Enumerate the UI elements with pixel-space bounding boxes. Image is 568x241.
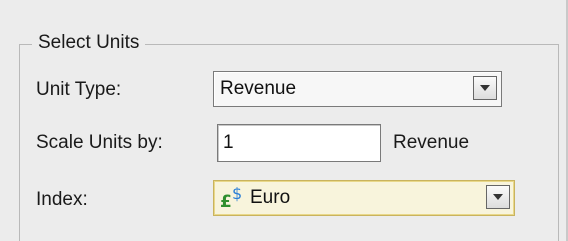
scale-units-label: Scale Units by: <box>36 132 163 153</box>
select-units-panel: Select Units Unit Type: Revenue Scale Un… <box>0 0 568 241</box>
unit-type-label: Unit Type: <box>36 79 122 100</box>
scale-units-suffix: Revenue <box>393 132 470 153</box>
groupbox-caption: Select Units <box>32 30 146 56</box>
unit-type-dropdown-button[interactable] <box>473 76 497 100</box>
scale-units-input[interactable]: 1 <box>217 124 381 162</box>
index-dropdown[interactable]: £ $ Euro <box>213 180 515 216</box>
index-selected-value: Euro <box>250 187 291 208</box>
unit-type-dropdown[interactable]: Revenue <box>213 71 502 107</box>
svg-text:$: $ <box>232 184 242 203</box>
index-dropdown-button[interactable] <box>486 185 510 209</box>
chevron-down-icon <box>493 194 503 200</box>
scale-units-value: 1 <box>223 132 234 153</box>
index-label: Index: <box>36 189 88 210</box>
chevron-down-icon <box>480 85 490 91</box>
unit-type-selected-value: Revenue <box>220 78 297 99</box>
currency-pound-dollar-icon: £ $ <box>220 184 242 210</box>
svg-text:£: £ <box>220 192 232 210</box>
